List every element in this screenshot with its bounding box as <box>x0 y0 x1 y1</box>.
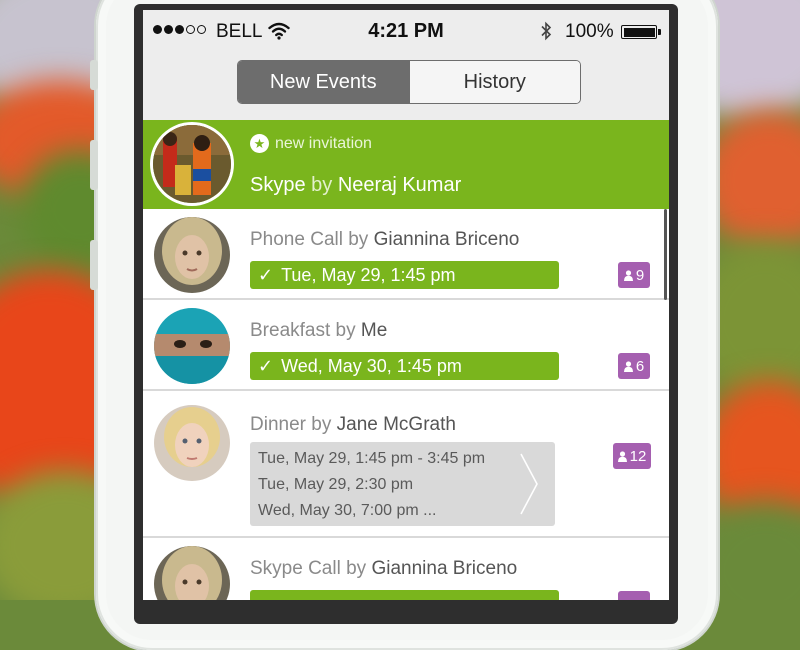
person-icon <box>623 360 633 372</box>
by-text: by <box>311 414 332 435</box>
avatar <box>153 125 231 203</box>
event-title: Phone Call by Giannina Briceno <box>250 229 519 251</box>
attendee-count: 6 <box>635 357 645 375</box>
event-row[interactable]: Phone Call by Giannina Briceno ✓ Tue, Ma… <box>143 209 669 300</box>
invitation-label-text: new invitation <box>275 134 372 152</box>
attendee-count: 9 <box>635 266 645 284</box>
event-row[interactable]: Skype Call by Giannina Briceno <box>143 538 669 600</box>
attendee-count-badge[interactable]: 12 <box>613 443 651 469</box>
proposed-times-box[interactable]: Tue, May 29, 1:45 pm - 3:45 pm Tue, May … <box>250 442 555 526</box>
phone-side-button <box>90 60 98 90</box>
event-name: Phone Call <box>250 229 343 250</box>
confirmed-time-pill[interactable]: ✓ Wed, May 30, 1:45 pm <box>250 352 559 380</box>
event-row[interactable]: Dinner by Jane McGrath Tue, May 29, 1:45… <box>143 391 669 538</box>
event-name: Dinner <box>250 414 306 435</box>
by-text: by <box>348 229 369 250</box>
confirmed-time-pill[interactable]: ✓ Tue, May 29, 1:45 pm <box>250 261 559 289</box>
battery-percent: 100% <box>565 21 614 42</box>
invitation-title: Skype by Neeraj Kumar <box>250 174 461 197</box>
event-name: Skype Call <box>250 558 341 579</box>
tab-new-events[interactable]: New Events <box>238 61 409 103</box>
avatar <box>154 405 230 481</box>
by-text: by <box>311 174 333 196</box>
organizer-name: Me <box>360 320 388 341</box>
chevron-right-icon[interactable] <box>519 452 539 521</box>
scrollbar[interactable] <box>664 209 667 300</box>
organizer-name: Neeraj Kumar <box>337 174 462 196</box>
battery-fill <box>623 27 655 37</box>
avatar <box>154 217 230 293</box>
event-row[interactable]: Breakfast by Me ✓ Wed, May 30, 1:45 pm 6 <box>143 300 669 391</box>
confirmed-time: Tue, May 29, 1:45 pm <box>281 264 456 285</box>
person-icon <box>617 450 627 462</box>
phone-side-button <box>90 240 98 290</box>
avatar <box>154 546 230 600</box>
person-icon <box>623 269 633 281</box>
by-text: by <box>346 558 367 579</box>
organizer-name: Giannina Briceno <box>371 558 518 579</box>
confirmed-time-pill[interactable] <box>250 590 559 600</box>
invitation-row[interactable]: ★ new invitation Skype by Neeraj Kumar <box>143 120 669 209</box>
check-icon: ✓ <box>258 264 274 285</box>
check-icon: ✓ <box>258 355 274 376</box>
phone-side-button <box>90 140 98 190</box>
avatar <box>154 308 230 384</box>
proposed-time: Tue, May 29, 1:45 pm - 3:45 pm <box>258 450 486 467</box>
attendee-count-badge[interactable]: 6 <box>618 353 650 379</box>
events-list: ★ new invitation Skype by Neeraj Kumar P… <box>143 120 669 600</box>
event-title: Breakfast by Me <box>250 320 387 342</box>
event-title: Dinner by Jane McGrath <box>250 414 456 436</box>
segmented-control: New Events History <box>237 60 581 104</box>
proposed-time: Wed, May 30, 7:00 pm ... <box>258 502 437 519</box>
bluetooth-icon <box>539 21 553 46</box>
attendee-count-badge[interactable]: 9 <box>618 262 650 288</box>
star-icon: ★ <box>250 134 269 153</box>
event-name: Breakfast <box>250 320 331 341</box>
attendee-count-badge[interactable] <box>618 591 650 600</box>
invitation-label: ★ new invitation <box>250 134 372 153</box>
confirmed-time: Wed, May 30, 1:45 pm <box>281 355 462 376</box>
status-bar: BELL 4:21 PM 100% <box>143 10 669 54</box>
battery-tip <box>658 29 661 35</box>
proposed-time: Tue, May 29, 2:30 pm <box>258 476 414 493</box>
event-title: Skype Call by Giannina Briceno <box>250 558 517 580</box>
phone-screen: BELL 4:21 PM 100% New Events History ★ n… <box>143 10 669 600</box>
by-text: by <box>335 320 356 341</box>
tab-history[interactable]: History <box>408 61 580 103</box>
organizer-name: Giannina Briceno <box>373 229 520 250</box>
event-name: Skype <box>250 174 306 196</box>
organizer-name: Jane McGrath <box>336 414 456 435</box>
attendee-count: 12 <box>629 447 647 465</box>
battery-icon <box>621 25 657 39</box>
